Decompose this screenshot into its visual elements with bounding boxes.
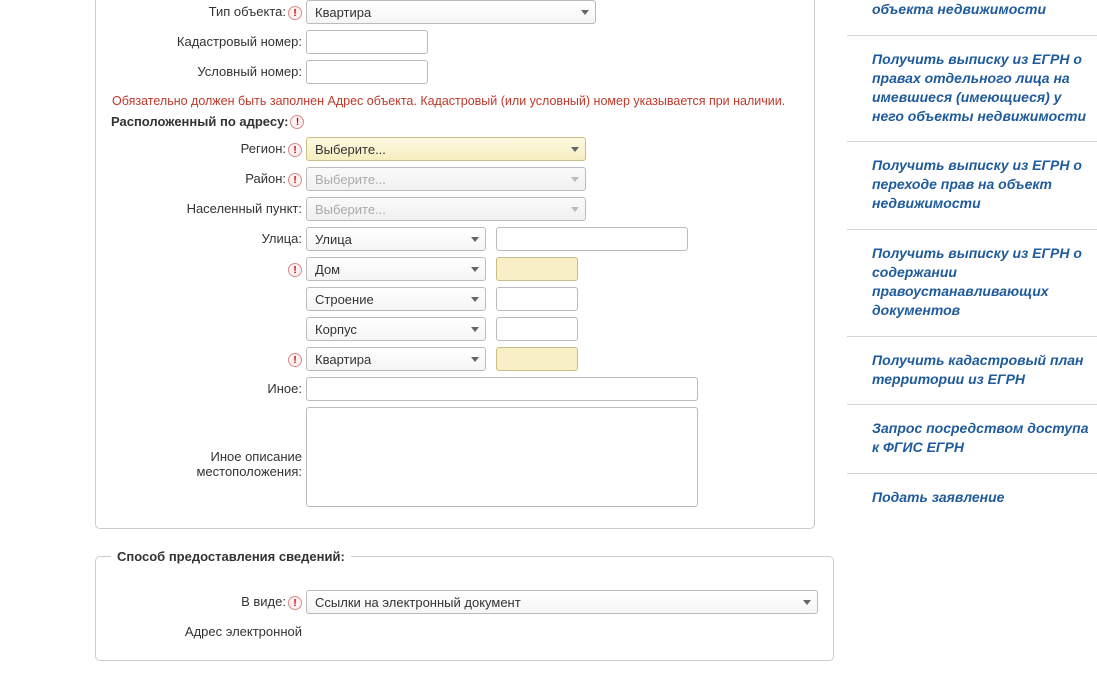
chevron-down-icon [471, 357, 479, 362]
email-label: Адрес электронной [111, 620, 306, 639]
korpus-type-select[interactable]: Корпус [306, 317, 486, 341]
chevron-down-icon [471, 267, 479, 272]
locality-label: Населенный пункт: [111, 197, 306, 216]
chevron-down-icon [471, 327, 479, 332]
chevron-down-icon [471, 237, 479, 242]
object-type-select[interactable]: Квартира [306, 0, 596, 24]
cond-number-label: Условный номер: [111, 60, 306, 79]
sidebar-link-2[interactable]: Получить выписку из ЕГРН о переходе прав… [847, 141, 1097, 229]
delivery-legend: Способ предоставления сведений: [111, 549, 351, 564]
other-desc-textarea[interactable] [306, 407, 698, 507]
required-icon [288, 596, 302, 610]
required-icon [290, 115, 304, 129]
chevron-down-icon [571, 207, 579, 212]
sidebar-link-5[interactable]: Запрос посредством доступа к ФГИС ЕГРН [847, 404, 1097, 473]
house-number-input[interactable] [496, 257, 578, 281]
delivery-fieldset: Способ предоставления сведений: В виде: … [95, 549, 834, 661]
street-name-input[interactable] [496, 227, 688, 251]
chevron-down-icon [803, 600, 811, 605]
sidebar-link-4[interactable]: Получить кадастровый план территории из … [847, 336, 1097, 405]
other-label: Иное: [111, 377, 306, 396]
flat-required [111, 347, 306, 367]
sidebar: объекта недвижимости Получить выписку из… [847, 0, 1097, 681]
required-icon [288, 173, 302, 187]
object-fieldset: Тип объекта: Квартира Кадастровый номер:… [95, 0, 815, 529]
other-input[interactable] [306, 377, 698, 401]
flat-type-select[interactable]: Квартира [306, 347, 486, 371]
locality-select[interactable]: Выберите... [306, 197, 586, 221]
required-icon [288, 263, 302, 277]
chevron-down-icon [571, 177, 579, 182]
required-icon [288, 6, 302, 20]
sidebar-link-1[interactable]: Получить выписку из ЕГРН о правах отдель… [847, 35, 1097, 142]
format-select[interactable]: Ссылки на электронный документ [306, 590, 818, 614]
chevron-down-icon [471, 297, 479, 302]
required-icon [288, 143, 302, 157]
street-type-select[interactable]: Улица [306, 227, 486, 251]
building-type-select[interactable]: Строение [306, 287, 486, 311]
format-label: В виде: [111, 590, 306, 610]
district-label: Район: [111, 167, 306, 187]
sidebar-link-6[interactable]: Подать заявление [847, 473, 1097, 523]
cond-number-input[interactable] [306, 60, 428, 84]
sidebar-link-0[interactable]: объекта недвижимости [847, 0, 1097, 35]
required-icon [288, 353, 302, 367]
street-label: Улица: [111, 227, 306, 246]
other-desc-label: Иное описание местоположения: [111, 407, 306, 479]
flat-number-input[interactable] [496, 347, 578, 371]
korpus-number-input[interactable] [496, 317, 578, 341]
house-type-select[interactable]: Дом [306, 257, 486, 281]
chevron-down-icon [571, 147, 579, 152]
region-select[interactable]: Выберите... [306, 137, 586, 161]
cad-number-input[interactable] [306, 30, 428, 54]
house-required [111, 257, 306, 277]
district-select[interactable]: Выберите... [306, 167, 586, 191]
address-warning: Обязательно должен быть заполнен Адрес о… [112, 94, 799, 108]
region-label: Регион: [111, 137, 306, 157]
main-form: Тип объекта: Квартира Кадастровый номер:… [0, 0, 840, 681]
address-section-label: Расположенный по адресу: [111, 114, 799, 129]
cad-number-label: Кадастровый номер: [111, 30, 306, 49]
sidebar-link-3[interactable]: Получить выписку из ЕГРН о содержании пр… [847, 229, 1097, 336]
building-number-input[interactable] [496, 287, 578, 311]
chevron-down-icon [581, 10, 589, 15]
object-type-label: Тип объекта: [111, 0, 306, 20]
